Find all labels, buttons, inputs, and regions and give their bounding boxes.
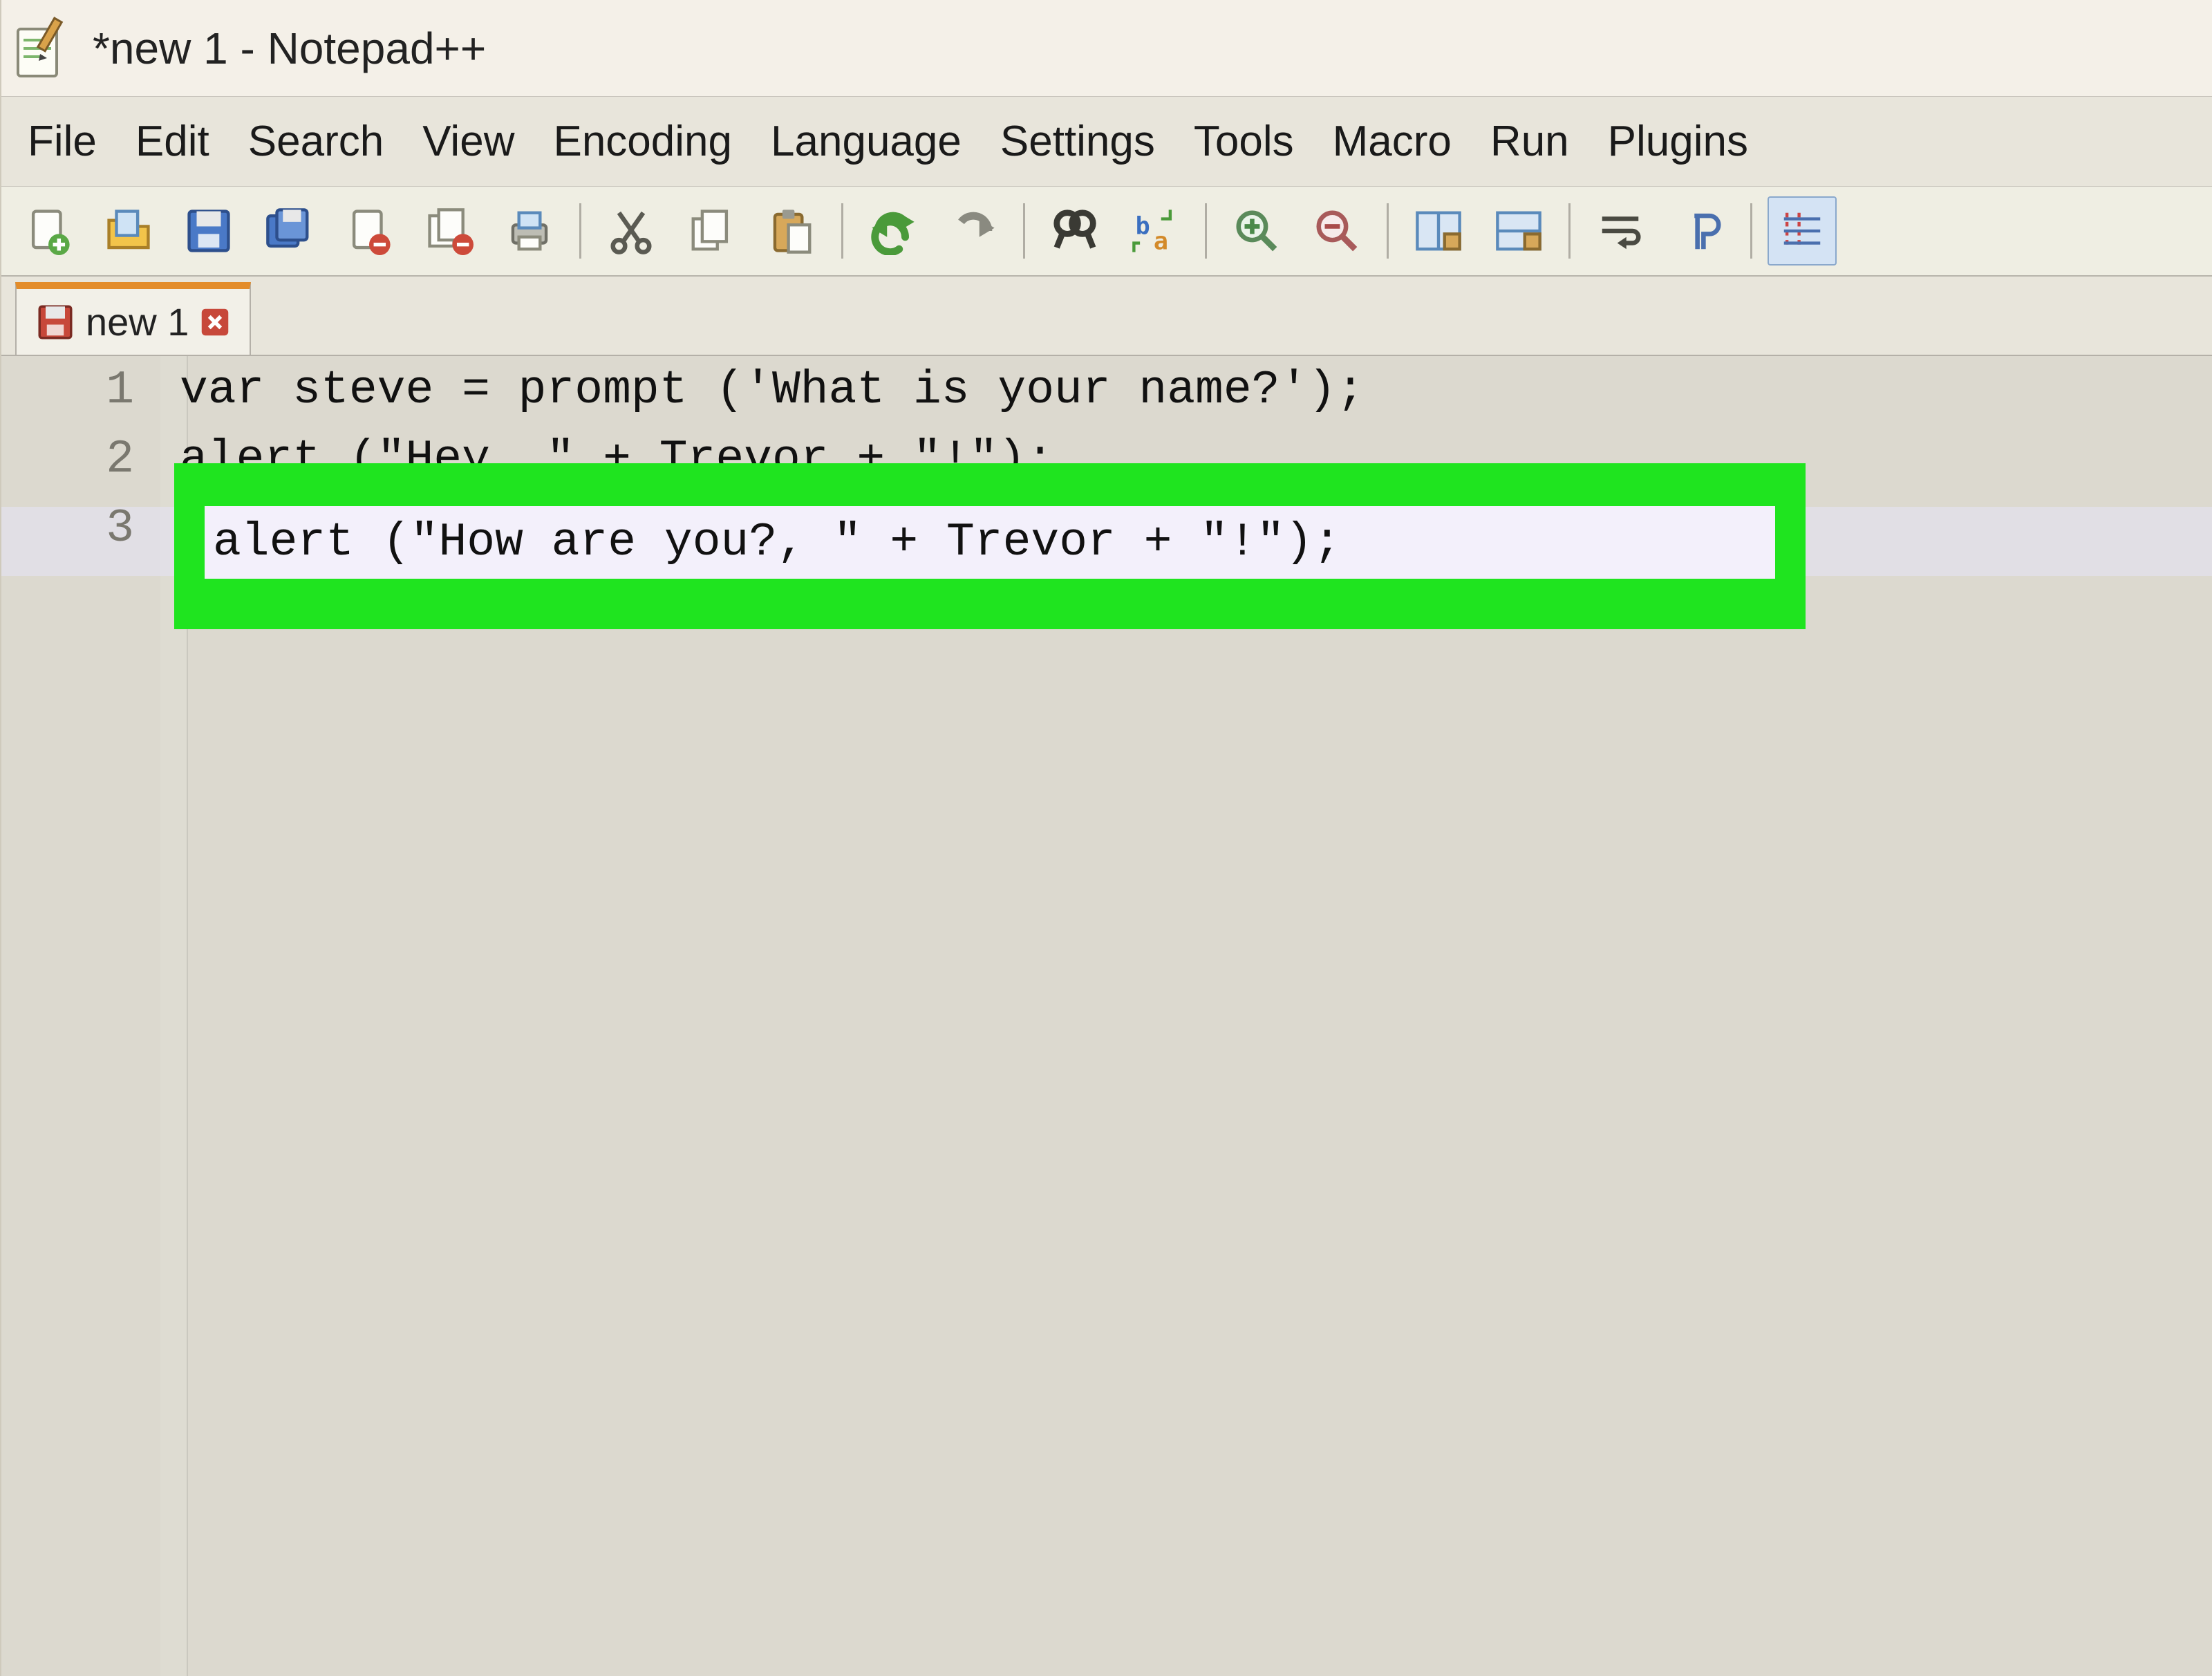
toolbar-separator bbox=[1750, 203, 1752, 259]
toolbar-separator bbox=[579, 203, 581, 259]
print-icon[interactable] bbox=[495, 196, 564, 266]
tab-strip: new 1 bbox=[1, 277, 2212, 356]
save-all-icon[interactable] bbox=[254, 196, 324, 266]
menu-view[interactable]: View bbox=[415, 111, 521, 171]
close-file-icon[interactable] bbox=[335, 196, 404, 266]
editor-area[interactable]: 1 var steve = prompt ('What is your name… bbox=[1, 356, 2212, 1676]
tab-active[interactable]: new 1 bbox=[15, 282, 251, 355]
line-number: 1 bbox=[1, 356, 160, 425]
menu-bar: File Edit Search View Encoding Language … bbox=[1, 97, 2212, 187]
sync-vertical-icon[interactable] bbox=[1404, 196, 1473, 266]
new-file-icon[interactable] bbox=[14, 196, 83, 266]
zoom-in-icon[interactable] bbox=[1222, 196, 1291, 266]
highlight-code: alert ("How are you?, " + Trevor + "!"); bbox=[213, 516, 1341, 569]
cut-icon[interactable] bbox=[597, 196, 666, 266]
highlight-inner: alert ("How are you?, " + Trevor + "!"); bbox=[205, 506, 1775, 579]
paste-icon[interactable] bbox=[757, 196, 826, 266]
code-line[interactable]: var steve = prompt ('What is your name?'… bbox=[160, 356, 1365, 425]
show-all-chars-icon[interactable] bbox=[1666, 196, 1735, 266]
menu-encoding[interactable]: Encoding bbox=[546, 111, 739, 171]
line-number: 3 bbox=[1, 494, 160, 564]
tab-label: new 1 bbox=[86, 299, 189, 344]
menu-settings[interactable]: Settings bbox=[993, 111, 1162, 171]
sync-horizontal-icon[interactable] bbox=[1484, 196, 1553, 266]
window-title: *new 1 - Notepad++ bbox=[93, 23, 486, 74]
toolbar-separator bbox=[1205, 203, 1207, 259]
tutorial-highlight: alert ("How are you?, " + Trevor + "!"); bbox=[174, 463, 1806, 629]
undo-icon[interactable] bbox=[859, 196, 928, 266]
open-file-icon[interactable] bbox=[94, 196, 163, 266]
close-icon[interactable] bbox=[200, 307, 230, 337]
menu-search[interactable]: Search bbox=[241, 111, 391, 171]
line-number: 2 bbox=[1, 425, 160, 494]
svg-text:b: b bbox=[1136, 212, 1150, 240]
copy-icon[interactable] bbox=[677, 196, 746, 266]
toolbar: ba bbox=[1, 187, 2212, 277]
app-window: *new 1 - Notepad++ File Edit Search View… bbox=[0, 0, 2212, 1676]
menu-file[interactable]: File bbox=[21, 111, 104, 171]
save-file-icon[interactable] bbox=[174, 196, 243, 266]
toolbar-separator bbox=[841, 203, 843, 259]
find-icon[interactable] bbox=[1040, 196, 1109, 266]
unsaved-icon bbox=[36, 303, 75, 342]
menu-plugins[interactable]: Plugins bbox=[1601, 111, 1755, 171]
line-row: 1 var steve = prompt ('What is your name… bbox=[1, 356, 2212, 425]
svg-text:a: a bbox=[1154, 227, 1168, 255]
toolbar-separator bbox=[1387, 203, 1389, 259]
app-icon bbox=[10, 15, 76, 82]
zoom-out-icon[interactable] bbox=[1302, 196, 1371, 266]
replace-icon[interactable]: ba bbox=[1121, 196, 1190, 266]
toolbar-separator bbox=[1568, 203, 1571, 259]
close-all-icon[interactable] bbox=[415, 196, 484, 266]
title-bar: *new 1 - Notepad++ bbox=[1, 0, 2212, 97]
redo-icon[interactable] bbox=[939, 196, 1008, 266]
menu-run[interactable]: Run bbox=[1483, 111, 1576, 171]
menu-language[interactable]: Language bbox=[764, 111, 968, 171]
menu-edit[interactable]: Edit bbox=[129, 111, 216, 171]
word-wrap-icon[interactable] bbox=[1586, 196, 1655, 266]
menu-macro[interactable]: Macro bbox=[1326, 111, 1459, 171]
toolbar-separator bbox=[1023, 203, 1025, 259]
menu-tools[interactable]: Tools bbox=[1187, 111, 1301, 171]
indent-guide-icon[interactable] bbox=[1768, 196, 1837, 266]
